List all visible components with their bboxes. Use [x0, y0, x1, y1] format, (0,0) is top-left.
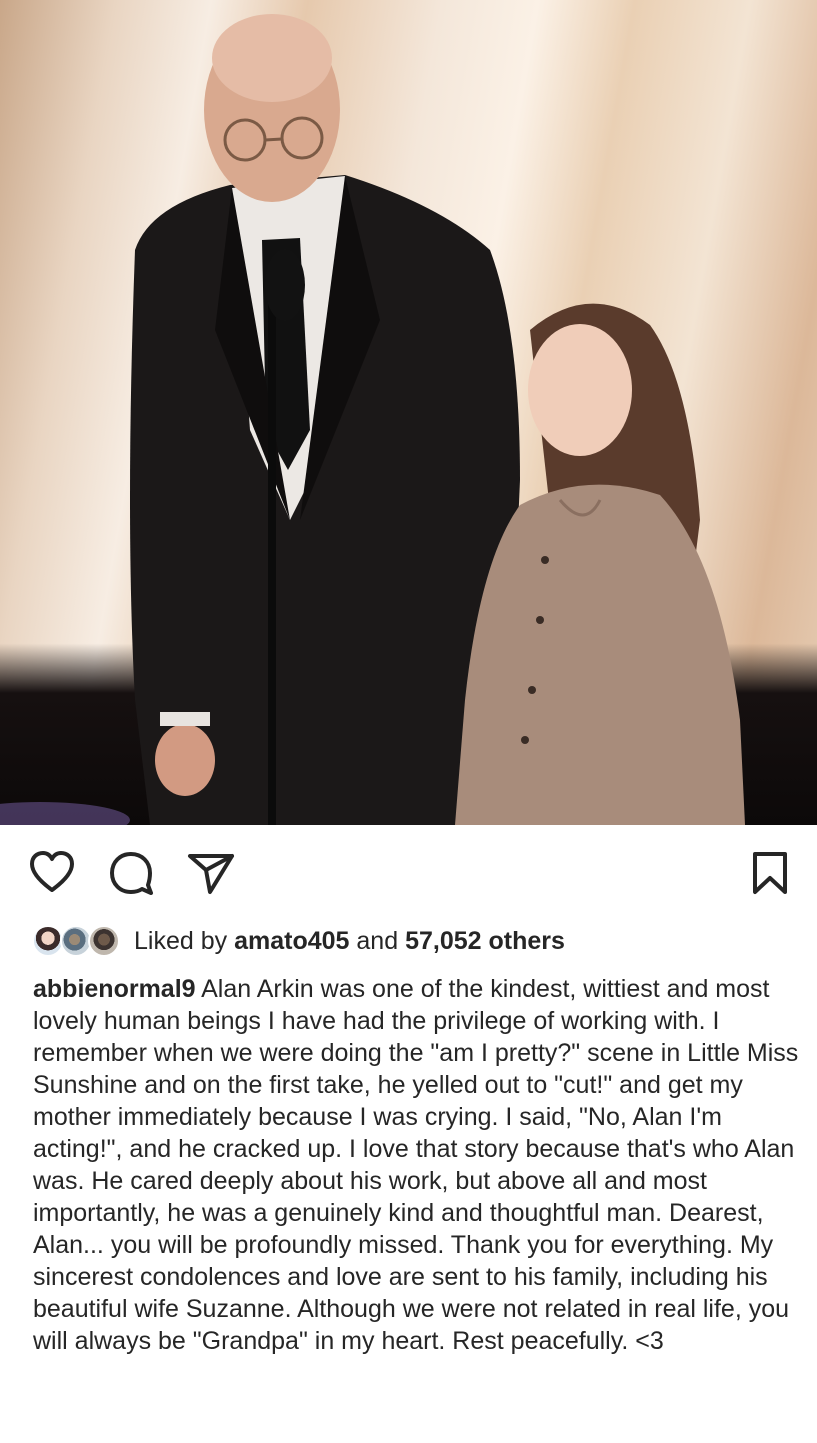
likes-prefix: Liked by — [134, 927, 228, 955]
paper-plane-icon[interactable] — [186, 852, 236, 896]
caption-username[interactable]: abbienormal9 — [33, 975, 196, 1003]
photo-illustration — [0, 14, 745, 825]
likes-count[interactable]: 57,052 others — [405, 927, 565, 955]
likes-text: Liked by amato405 and 57,052 others — [134, 922, 565, 960]
caption-text: Alan Arkin was one of the kindest, witti… — [33, 975, 799, 1355]
post-photo[interactable] — [0, 0, 817, 825]
likes-summary[interactable]: Liked by amato405 and 57,052 others — [32, 922, 565, 960]
action-bar — [0, 825, 817, 921]
likes-conjunction: and — [356, 927, 399, 955]
liker-username[interactable]: amato405 — [234, 927, 349, 955]
instagram-post: Liked by amato405 and 57,052 others abbi… — [0, 0, 817, 1443]
heart-outline-icon[interactable] — [28, 850, 76, 894]
liker-avatars — [32, 923, 122, 959]
bookmark-outline-icon[interactable] — [750, 851, 790, 895]
post-caption: abbienormal9 Alan Arkin was one of the k… — [33, 973, 803, 1357]
avatar — [88, 925, 120, 957]
speech-bubble-icon[interactable] — [108, 851, 154, 895]
